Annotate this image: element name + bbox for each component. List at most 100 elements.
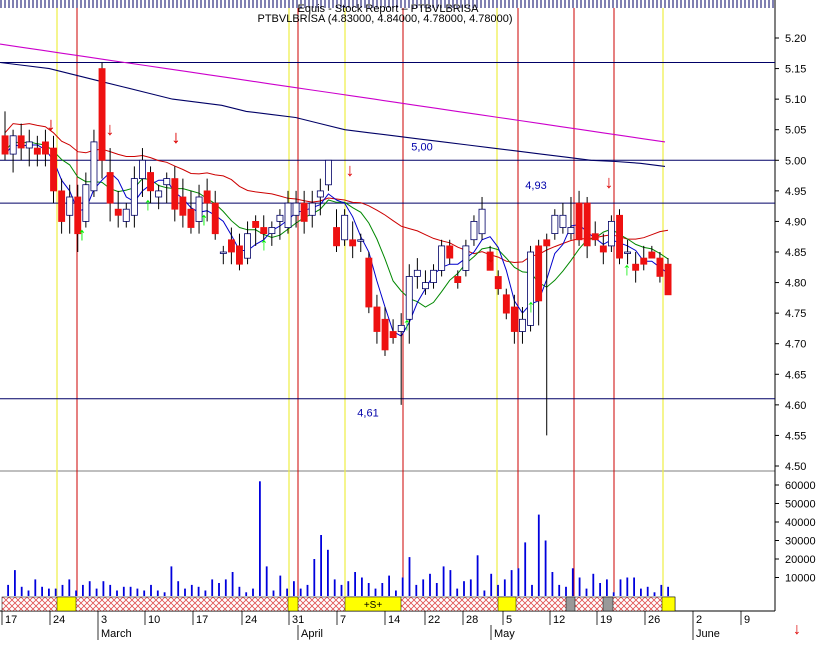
candle-body	[648, 251, 656, 259]
volume-bar	[429, 573, 431, 596]
candle-body	[179, 196, 187, 216]
candle-body	[632, 263, 640, 271]
candle-body	[494, 276, 502, 290]
month-label: June	[696, 628, 720, 640]
volume-bar	[218, 583, 220, 596]
candle-body	[122, 208, 130, 222]
volume-bar	[503, 579, 506, 596]
volume-bar	[88, 581, 91, 596]
candle-body	[244, 233, 251, 259]
candle-body	[624, 251, 631, 254]
candle-body	[640, 257, 648, 265]
buy-signal-arrow-icon: ↑	[527, 296, 536, 316]
volume-bar	[415, 584, 418, 596]
candle-body	[357, 239, 365, 242]
price-tick-label: 4.70	[785, 339, 806, 351]
volume-bar	[626, 577, 629, 596]
volume-tick-label: 50000	[785, 499, 816, 511]
chart-subtitle: PTBVLBRISA (4.83000, 4.84000, 4.78000, 4…	[257, 13, 512, 25]
candle-body	[510, 306, 518, 332]
month-label: May	[494, 628, 515, 640]
sell-signal-arrow-icon: ↓	[172, 127, 181, 147]
candle-body	[284, 202, 292, 229]
volume-bar	[95, 588, 98, 596]
volume-bar	[143, 590, 146, 596]
volume-bar	[75, 590, 77, 596]
price-tick-label: 5.10	[785, 94, 806, 106]
candle-body	[292, 202, 300, 216]
date-tick-label: 24	[245, 614, 257, 626]
date-tick-label: 3	[101, 614, 107, 626]
candle-body	[381, 318, 389, 351]
volume-bar	[286, 588, 288, 596]
volume-bar	[116, 590, 118, 596]
candle-body	[608, 220, 615, 247]
candle-body	[90, 141, 98, 192]
candle-body	[551, 214, 559, 235]
sell-signal-arrow-icon: ↓	[106, 119, 115, 139]
strip-yellow-block	[287, 596, 299, 612]
candle-body	[559, 214, 567, 228]
volume-tick-label: 60000	[785, 480, 816, 492]
date-tick-label: 7	[340, 614, 346, 626]
price-tick-label: 4.60	[785, 400, 806, 412]
volume-tick-label: 40000	[785, 517, 816, 529]
candle-body	[567, 227, 575, 234]
volume-bar	[204, 590, 207, 596]
candle-body	[42, 141, 49, 155]
volume-bar	[646, 586, 649, 597]
volume-tick-label: 20000	[785, 554, 816, 566]
candle-body	[365, 257, 373, 308]
date-tick-label: 2	[696, 614, 702, 626]
candle-body	[106, 172, 114, 204]
volume-bar	[293, 581, 295, 596]
volume-bar	[279, 575, 282, 596]
volume-bar	[109, 584, 112, 596]
candle-body	[616, 214, 623, 259]
date-tick-label: 12	[553, 614, 565, 626]
date-tick-label: 19	[600, 614, 612, 626]
buy-signal-arrow-icon: ↑	[623, 259, 632, 279]
candle-body	[235, 245, 243, 265]
candle-body	[147, 172, 154, 192]
strip-yellow-block	[661, 596, 676, 612]
volume-bar	[231, 572, 234, 596]
volume-bar	[245, 592, 248, 596]
date-tick-label: 26	[648, 614, 660, 626]
volume-bar	[510, 570, 513, 596]
level-annotation: 4,93	[525, 180, 546, 192]
volume-bar	[497, 584, 499, 596]
volume-bar	[333, 579, 336, 596]
month-label: April	[301, 628, 323, 640]
volume-bar	[313, 559, 316, 596]
price-tick-label: 4.65	[785, 369, 806, 381]
candle-body	[171, 178, 179, 210]
volume-bar	[544, 540, 547, 596]
strip-yellow-block	[56, 596, 77, 612]
volume-bar	[306, 584, 309, 596]
volume-bar	[14, 570, 16, 596]
date-tick-label: 9	[744, 614, 750, 626]
volume-bar	[476, 555, 479, 596]
candle-body	[219, 251, 227, 254]
volume-bar	[558, 584, 561, 596]
candle-body	[324, 159, 332, 186]
volume-bar	[517, 568, 520, 597]
stock-chart: 5,004,934,61 ↓ ↓ ↓↓↓↓↓↓↑↑↑↑↑↑↑↑↑ +S+ 5.205…	[0, 0, 823, 640]
price-tick-label: 4.80	[785, 278, 806, 290]
volume-bar	[640, 588, 642, 596]
strip-yellow-block	[497, 596, 517, 612]
price-tick-label: 5.15	[785, 64, 806, 76]
volume-bar	[422, 579, 425, 596]
candle-body	[17, 135, 25, 149]
price-tick-label: 4.90	[785, 216, 806, 228]
volume-bar	[211, 579, 214, 596]
volume-bar	[184, 588, 186, 596]
volume-bar	[259, 481, 261, 596]
candle-body	[454, 276, 462, 283]
volume-bar	[252, 588, 254, 596]
corner-down-arrow-icon[interactable]: ↓	[793, 621, 801, 638]
candle-body	[664, 263, 672, 296]
volume-bar	[347, 581, 350, 596]
volume-bar	[7, 584, 9, 596]
